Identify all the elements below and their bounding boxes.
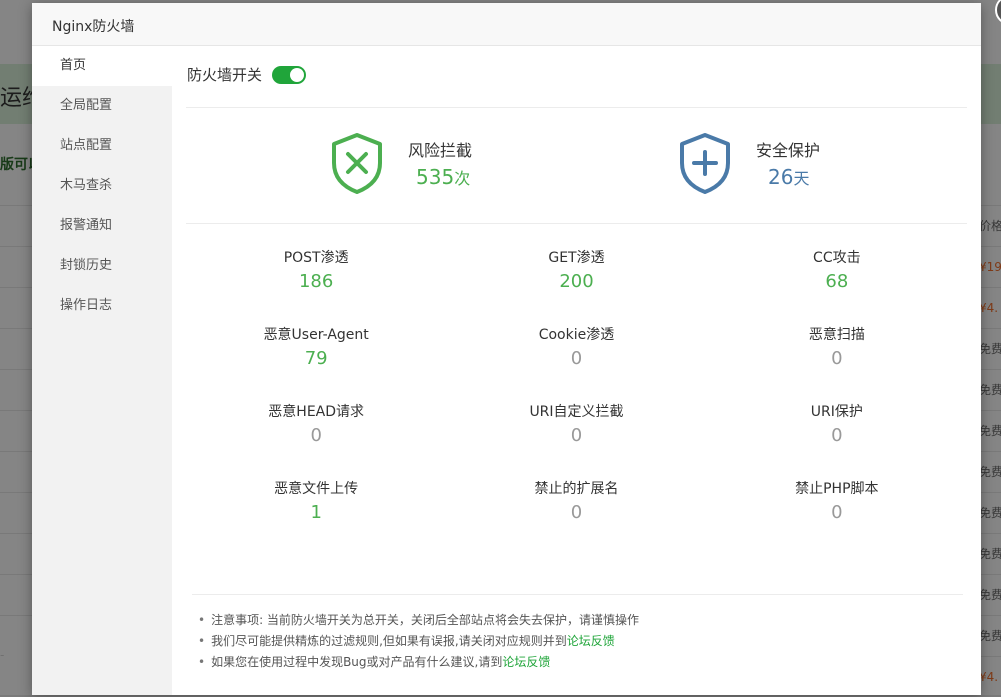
- modal-title: Nginx防火墙: [52, 19, 135, 35]
- stat-label: 恶意扫描: [808, 327, 865, 343]
- stat-label: 禁止的扩展名: [534, 481, 619, 497]
- forum-feedback-link[interactable]: 论坛反馈: [502, 655, 550, 669]
- stat-post-penetration: POST渗透 186: [186, 247, 446, 306]
- divider: [192, 594, 963, 595]
- stat-value: 186: [298, 271, 334, 292]
- risk-label: 风险拦截: [408, 141, 473, 160]
- forum-feedback-link[interactable]: 论坛反馈: [567, 634, 615, 648]
- note-text: 注意事项: 当前防火墙开关为总开关，关闭后全部站点将会失去保护，请谨慎操作: [211, 613, 639, 627]
- divider: [186, 223, 967, 224]
- stat-uri-custom-block: URI自定义拦截 0: [446, 401, 706, 460]
- stat-label: 恶意HEAD请求: [268, 404, 365, 420]
- stat-value: 0: [570, 348, 583, 369]
- stat-malicious-head: 恶意HEAD请求 0: [186, 401, 446, 460]
- risk-summary-text: 风险拦截 535次: [408, 137, 472, 189]
- stat-malicious-user-agent: 恶意User-Agent 79: [186, 324, 446, 383]
- stat-value: 0: [310, 425, 322, 446]
- risk-unit: 次: [454, 169, 471, 188]
- firewall-switch-row: 防火墙开关: [187, 64, 307, 85]
- stat-value: 0: [831, 425, 843, 446]
- stat-malicious-upload: 恶意文件上传 1: [186, 478, 446, 537]
- stat-malicious-scan: 恶意扫描 0: [707, 324, 967, 383]
- sidebar-item-operation-log[interactable]: 操作日志: [32, 286, 172, 326]
- modal-header: Nginx防火墙: [32, 3, 981, 46]
- stat-value: 0: [831, 502, 843, 523]
- sidebar: 首页 全局配置 站点配置 木马查杀 报警通知 封锁历史 操作日志: [32, 46, 172, 695]
- note-item: 我们尽可能提供精炼的过滤规则,但如果有误报,请关闭对应规则并到论坛反馈: [198, 631, 639, 652]
- sidebar-item-site-config[interactable]: 站点配置: [32, 126, 172, 166]
- stat-value: 68: [825, 271, 849, 292]
- stat-value: 200: [559, 271, 594, 292]
- risk-intercept-summary: 风险拦截 535次: [330, 132, 472, 194]
- stat-label: 恶意文件上传: [274, 481, 359, 497]
- stat-label: POST渗透: [283, 250, 349, 266]
- stat-get-penetration: GET渗透 200: [446, 247, 706, 306]
- note-item: 如果您在使用过程中发现Bug或对产品有什么建议,请到论坛反馈: [198, 652, 639, 673]
- stat-value: 0: [570, 425, 583, 446]
- stat-forbid-php: 禁止PHP脚本 0: [707, 478, 967, 537]
- stat-forbidden-extension: 禁止的扩展名 0: [446, 478, 706, 537]
- stat-label: CC攻击: [813, 250, 861, 266]
- main-content: 防火墙开关 风险拦截 535次 安全保护 26天 POST渗透 186 GET渗…: [172, 46, 981, 695]
- shield-x-icon: [332, 133, 382, 194]
- note-item: 注意事项: 当前防火墙开关为总开关，关闭后全部站点将会失去保护，请谨慎操作: [198, 610, 639, 631]
- note-text: 我们尽可能提供精炼的过滤规则,但如果有误报,请关闭对应规则并到: [211, 634, 567, 648]
- stat-label: 禁止PHP脚本: [795, 481, 879, 497]
- stat-label: Cookie渗透: [538, 327, 615, 343]
- stat-label: URI保护: [810, 404, 863, 420]
- firewall-toggle[interactable]: [272, 65, 307, 84]
- stat-cookie-penetration: Cookie渗透 0: [446, 324, 706, 383]
- sidebar-item-alerts[interactable]: 报警通知: [32, 206, 172, 246]
- sidebar-item-block-history[interactable]: 封锁历史: [32, 246, 172, 286]
- firewall-switch-label: 防火墙开关: [187, 66, 263, 84]
- safe-unit: 天: [793, 169, 810, 188]
- sidebar-item-home[interactable]: 首页: [32, 46, 172, 86]
- sidebar-item-trojan-scan[interactable]: 木马查杀: [32, 166, 172, 206]
- stat-label: 恶意User-Agent: [263, 327, 369, 343]
- notes-list: 注意事项: 当前防火墙开关为总开关，关闭后全部站点将会失去保护，请谨慎操作 我们…: [198, 610, 639, 673]
- stat-value: 0: [570, 502, 583, 523]
- stat-value: 79: [304, 348, 328, 369]
- safe-value: 26天: [768, 165, 820, 189]
- stat-value: 1: [310, 502, 322, 523]
- safe-summary-text: 安全保护 26天: [756, 137, 820, 189]
- risk-value: 535次: [416, 165, 472, 189]
- stat-cc-attack: CC攻击 68: [707, 247, 967, 306]
- risk-count: 535: [416, 165, 455, 189]
- stat-value: 0: [831, 348, 843, 369]
- safe-label: 安全保护: [756, 141, 821, 160]
- stat-uri-protection: URI保护 0: [707, 401, 967, 460]
- note-text: 如果您在使用过程中发现Bug或对产品有什么建议,请到: [211, 655, 503, 669]
- shield-plus-icon: [680, 133, 730, 194]
- toggle-knob: [290, 67, 305, 82]
- safe-protection-summary: 安全保护 26天: [678, 132, 820, 194]
- stat-label: URI自定义拦截: [529, 404, 624, 420]
- divider: [186, 107, 967, 108]
- sidebar-item-global-config[interactable]: 全局配置: [32, 86, 172, 126]
- safe-days: 26: [768, 165, 794, 189]
- stats-grid: POST渗透 186 GET渗透 200 CC攻击 68 恶意User-Agent 79…: [186, 247, 967, 537]
- stat-label: GET渗透: [548, 250, 605, 266]
- firewall-modal: Nginx防火墙 ✕ 首页 全局配置 站点配置 木马查杀 报警通知 封锁历史 操…: [32, 0, 1001, 695]
